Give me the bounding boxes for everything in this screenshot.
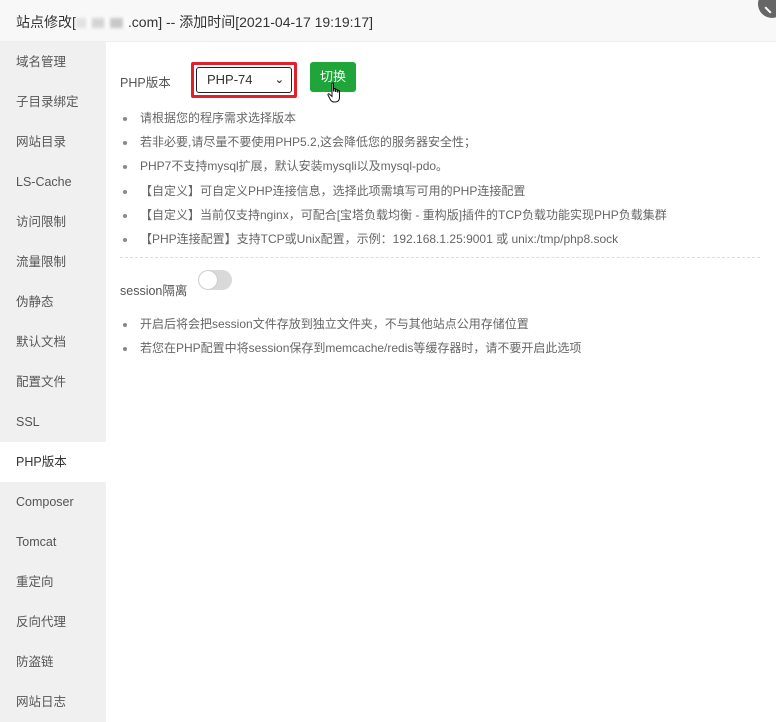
sidebar-item-site-dir[interactable]: 网站目录 — [0, 122, 106, 162]
sidebar-item-composer[interactable]: Composer — [0, 482, 106, 522]
list-item: 请根据您的程序需求选择版本 — [120, 106, 667, 130]
redacted-domain — [75, 18, 128, 29]
session-tips-list: 开启后将会把session文件存放到独立文件夹，不与其他站点公用存储位置 若您在… — [120, 312, 581, 360]
chevron-down-icon: ⌄ — [274, 74, 284, 86]
session-isolation-label: session隔离 — [120, 284, 188, 298]
toggle-knob — [199, 271, 217, 289]
sidebar-item-domain[interactable]: 域名管理 — [0, 42, 106, 82]
sidebar-item-config-file[interactable]: 配置文件 — [0, 362, 106, 402]
dialog-titlebar: 站点修改[ .com] -- 添加时间[2021-04-17 19:19:17] — [0, 0, 776, 42]
list-item: 若非必要,请尽量不要使用PHP5.2,这会降低您的服务器安全性； — [120, 130, 667, 154]
list-item: 【自定义】可自定义PHP连接信息，选择此项需填写可用的PHP连接配置 — [120, 179, 667, 203]
select-highlight-box: PHP-74 ⌄ — [191, 62, 297, 98]
hand-cursor-icon — [327, 82, 340, 103]
php-version-label: PHP版本 — [120, 76, 171, 90]
sidebar-item-rewrite[interactable]: 伪静态 — [0, 282, 106, 322]
sidebar-item-redirect[interactable]: 重定向 — [0, 562, 106, 602]
list-item: 【自定义】当前仅支持nginx，可配合[宝塔负载均衡 - 重构版]插件的TCP负… — [120, 203, 667, 227]
dialog-title: 站点修改[ .com] -- 添加时间[2021-04-17 19:19:17] — [16, 12, 373, 32]
php-tips-list: 请根据您的程序需求选择版本 若非必要,请尽量不要使用PHP5.2,这会降低您的服… — [120, 106, 667, 251]
main-panel: PHP版本 PHP-74 ⌄ 切换 请根据您的程序需求选择版本 若非必要,请尽量… — [106, 42, 776, 722]
sidebar-item-site-log[interactable]: 网站日志 — [0, 682, 106, 722]
sidebar-item-ls-cache[interactable]: LS-Cache — [0, 162, 106, 202]
list-item: 【PHP连接配置】支持TCP或Unix配置，示例：192.168.1.25:90… — [120, 227, 667, 251]
sidebar-item-subdir[interactable]: 子目录绑定 — [0, 82, 106, 122]
list-item: PHP7不支持mysql扩展，默认安装mysqli以及mysql-pdo。 — [120, 154, 667, 178]
sidebar-item-ssl[interactable]: SSL — [0, 402, 106, 442]
title-suffix: .com] -- 添加时间[2021-04-17 19:19:17] — [127, 14, 373, 30]
sidebar: 域名管理 子目录绑定 网站目录 LS-Cache 访问限制 流量限制 伪静态 默… — [0, 42, 106, 722]
section-divider — [120, 257, 760, 258]
list-item: 开启后将会把session文件存放到独立文件夹，不与其他站点公用存储位置 — [120, 312, 581, 336]
sidebar-item-hotlink[interactable]: 防盗链 — [0, 642, 106, 682]
php-version-select[interactable]: PHP-74 ⌄ — [196, 67, 292, 93]
sidebar-item-default-doc[interactable]: 默认文档 — [0, 322, 106, 362]
php-version-selected: PHP-74 — [207, 72, 253, 87]
sidebar-item-traffic-limit[interactable]: 流量限制 — [0, 242, 106, 282]
list-item: 若您在PHP配置中将session保存到memcache/redis等缓存器时，… — [120, 336, 581, 360]
sidebar-item-access-limit[interactable]: 访问限制 — [0, 202, 106, 242]
sidebar-item-php-version[interactable]: PHP版本 — [0, 442, 106, 482]
sidebar-item-tomcat[interactable]: Tomcat — [0, 522, 106, 562]
title-prefix: 站点修改[ — [16, 14, 76, 30]
session-isolation-toggle[interactable] — [198, 270, 232, 290]
sidebar-item-reverse-proxy[interactable]: 反向代理 — [0, 602, 106, 642]
close-icon[interactable] — [758, 0, 776, 18]
